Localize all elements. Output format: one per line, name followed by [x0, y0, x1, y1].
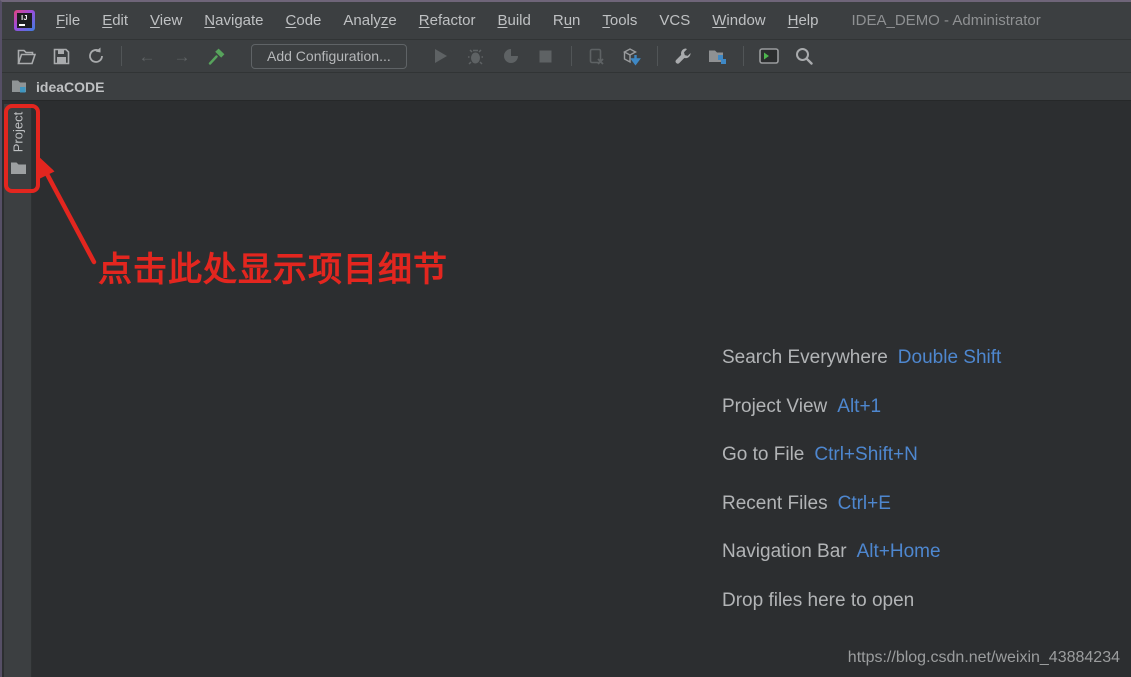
annotation-text: 点击此处显示项目细节 — [98, 242, 448, 291]
menu-bar: IJ FileEditViewNavigateCodeAnalyzeRefact… — [2, 2, 1131, 40]
menu-window[interactable]: Window — [701, 12, 776, 29]
build-hammer-icon[interactable] — [207, 46, 227, 66]
menu-code[interactable]: Code — [275, 12, 333, 29]
menu-tools[interactable]: Tools — [591, 12, 648, 29]
menu-view[interactable]: View — [139, 12, 193, 29]
module-folder-icon — [11, 79, 29, 94]
sync-icon[interactable] — [86, 46, 106, 66]
back-icon[interactable]: ← — [137, 46, 157, 66]
shortcut-row: Project ViewAlt+1 — [722, 396, 1001, 418]
forward-icon[interactable]: → — [172, 46, 192, 66]
menu-file[interactable]: File — [45, 12, 91, 29]
idea-logo-letters: IJ — [17, 13, 32, 28]
watermark-url: https://blog.csdn.net/weixin_43884234 — [848, 649, 1120, 667]
attach-debugger-icon[interactable] — [587, 46, 607, 66]
breadcrumb-module-name[interactable]: ideaCODE — [36, 79, 104, 95]
search-icon[interactable] — [794, 46, 814, 66]
menu-build[interactable]: Build — [486, 12, 541, 29]
toolbar-separator — [121, 46, 122, 66]
run-icon[interactable] — [431, 46, 451, 66]
shortcut-row: Drop files here to open — [722, 590, 1001, 612]
menu-navigate[interactable]: Navigate — [193, 12, 274, 29]
toolbar-separator — [657, 46, 658, 66]
intellij-idea-logo-icon: IJ — [14, 10, 35, 31]
add-configuration-button[interactable]: Add Configuration... — [251, 44, 407, 69]
toolbar-separator — [743, 46, 744, 66]
editor-empty-area: Project 点击此处显示项目细节 Search EverywhereDoub… — [4, 104, 1131, 677]
project-tool-window-button[interactable]: Project — [4, 104, 32, 184]
stop-icon[interactable] — [536, 46, 556, 66]
project-structure-icon[interactable] — [708, 46, 728, 66]
update-project-icon[interactable] — [622, 46, 642, 66]
left-tool-window-stripe: Project — [4, 104, 32, 677]
shortcut-row: Navigation BarAlt+Home — [722, 541, 1001, 563]
toolbar: ← → Add Configuration... — [2, 40, 1131, 73]
menu-analyze[interactable]: Analyze — [332, 12, 407, 29]
folder-icon — [10, 161, 27, 180]
shortcut-row: Search EverywhereDouble Shift — [722, 347, 1001, 369]
toolbar-separator — [571, 46, 572, 66]
run-with-coverage-icon[interactable] — [501, 46, 521, 66]
menu-edit[interactable]: Edit — [91, 12, 139, 29]
menu-refactor[interactable]: Refactor — [408, 12, 487, 29]
menu-run[interactable]: Run — [542, 12, 592, 29]
menu-help[interactable]: Help — [777, 12, 830, 29]
open-icon[interactable] — [16, 46, 36, 66]
settings-wrench-icon[interactable] — [673, 46, 693, 66]
window-title: IDEA_DEMO - Administrator — [852, 12, 1041, 29]
debug-icon[interactable] — [466, 46, 486, 66]
shortcuts-list: Search EverywhereDouble Shift Project Vie… — [722, 347, 1001, 639]
shortcut-row: Recent FilesCtrl+E — [722, 493, 1001, 515]
menu-vcs[interactable]: VCS — [648, 12, 701, 29]
menubar-items: FileEditViewNavigateCodeAnalyzeRefactorB… — [45, 12, 830, 29]
project-tab-label: Project — [11, 112, 26, 152]
shortcut-row: Go to FileCtrl+Shift+N — [722, 444, 1001, 466]
save-icon[interactable] — [51, 46, 71, 66]
terminal-icon[interactable] — [759, 46, 779, 66]
navigation-bar: ideaCODE — [2, 73, 1131, 101]
